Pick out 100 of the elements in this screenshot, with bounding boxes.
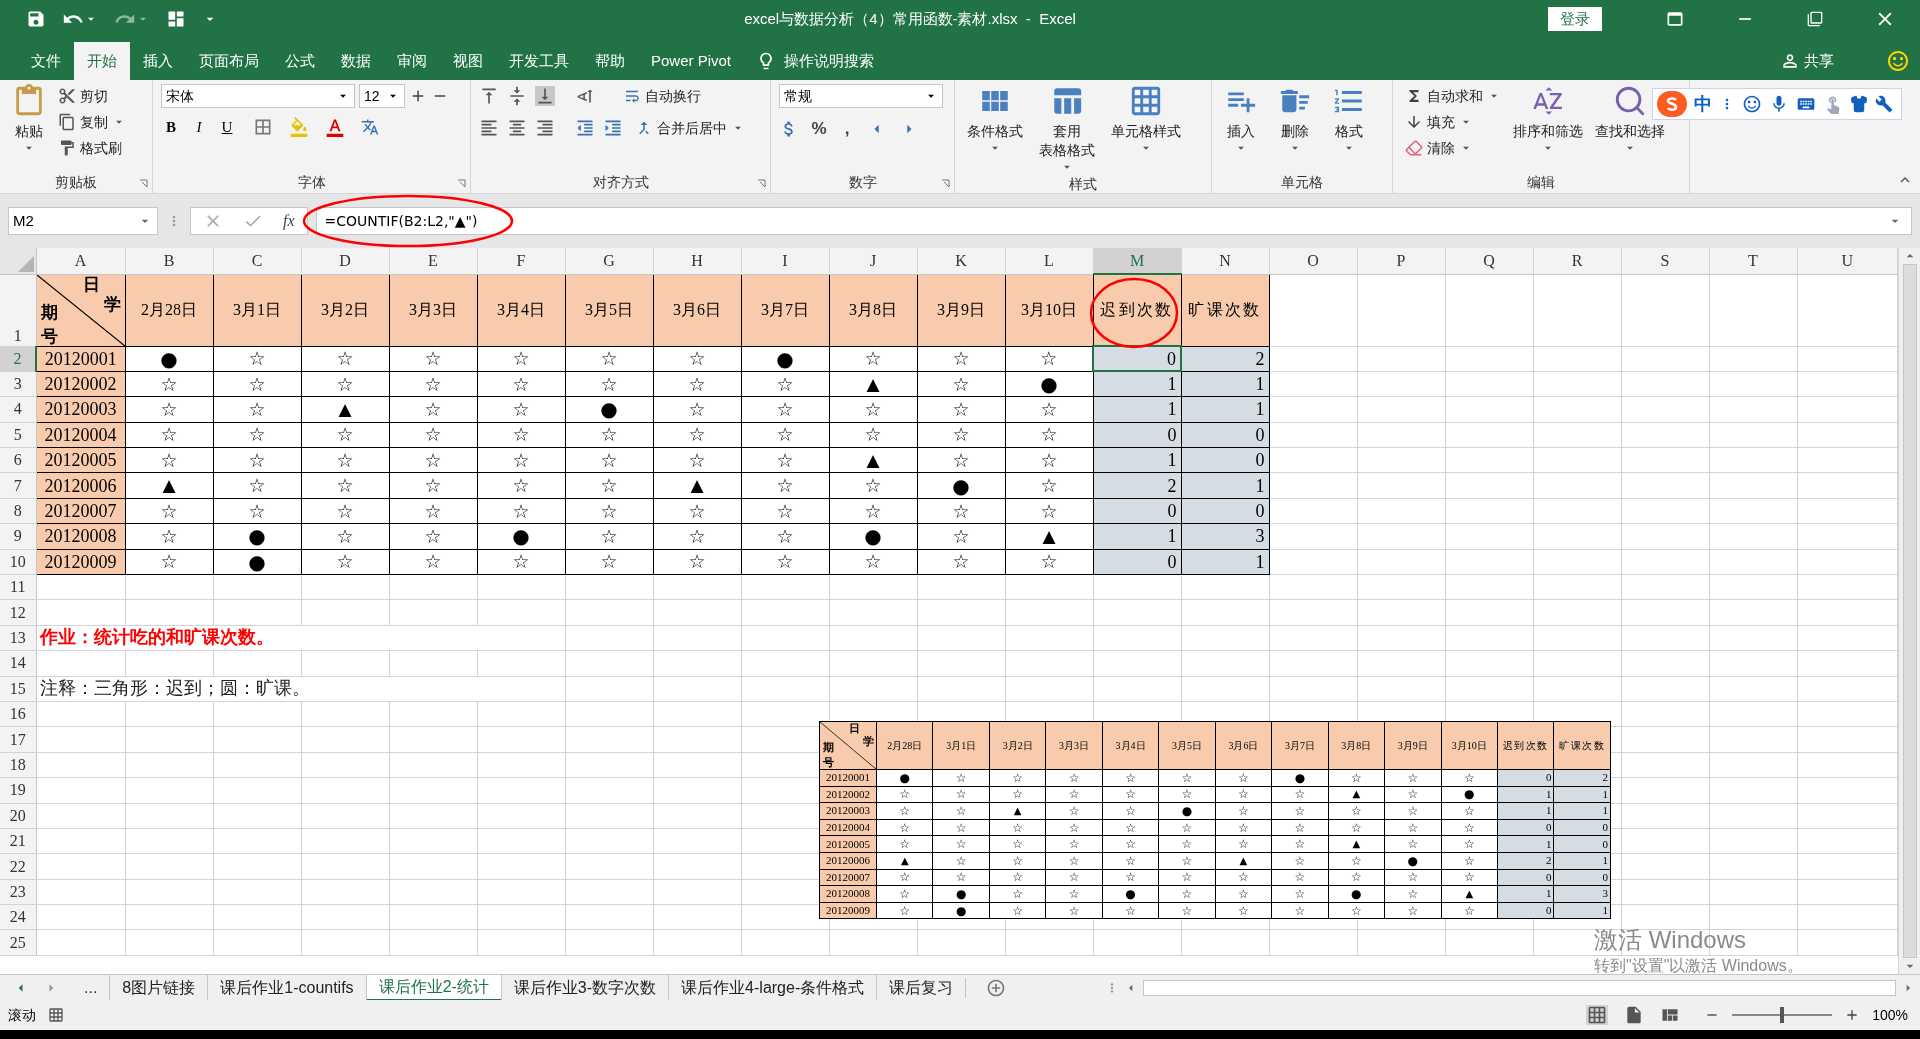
column-header[interactable]: K	[917, 248, 1005, 274]
font-name-field[interactable]: 宋体	[161, 84, 355, 108]
sort-filter-button[interactable]: 排序和筛选	[1509, 84, 1587, 171]
column-header[interactable]: A	[36, 248, 125, 274]
column-header[interactable]: E	[389, 248, 477, 274]
ribbon-tab[interactable]: 视图	[440, 42, 496, 80]
row-header[interactable]: 23	[0, 879, 36, 905]
row-header[interactable]: 7	[0, 472, 36, 499]
row-header[interactable]: 10	[0, 549, 36, 575]
normal-view-icon[interactable]	[1586, 1005, 1609, 1025]
font-style-button[interactable]: B	[161, 116, 181, 138]
column-header[interactable]: S	[1621, 248, 1709, 274]
ribbon-tab[interactable]: Power Pivot	[638, 42, 745, 80]
column-header[interactable]: G	[565, 248, 653, 274]
font-size-field[interactable]: 12	[359, 84, 405, 108]
align-right-icon[interactable]	[535, 118, 555, 138]
column-header[interactable]: T	[1709, 248, 1797, 274]
row-header[interactable]: 5	[0, 422, 36, 448]
ribbon-tab[interactable]: 文件	[18, 42, 74, 80]
decrease-indent-icon[interactable]	[575, 118, 595, 138]
row-header[interactable]: 4	[0, 396, 36, 423]
new-sheet-icon[interactable]	[985, 977, 1006, 998]
row-header[interactable]: 1	[0, 274, 36, 346]
ime-logo-icon[interactable]	[1657, 91, 1687, 117]
row-header[interactable]: 19	[0, 777, 36, 804]
column-header[interactable]: U	[1797, 248, 1898, 274]
phonetic-icon[interactable]	[361, 118, 379, 136]
row-header[interactable]: 22	[0, 853, 36, 880]
row-header[interactable]: 12	[0, 599, 36, 626]
ribbon-tab[interactable]: 公式	[272, 42, 328, 80]
find-select-button[interactable]: 查找和选择	[1591, 84, 1669, 171]
column-header[interactable]: M	[1093, 248, 1181, 274]
number-style-button[interactable]: %	[811, 116, 827, 142]
tell-me-search[interactable]: 操作说明搜索	[744, 42, 887, 80]
ribbon-tab[interactable]: 数据	[328, 42, 384, 80]
row-header[interactable]: 21	[0, 828, 36, 854]
dialog-launcher-icon[interactable]	[941, 179, 950, 188]
row-header[interactable]: 13	[0, 625, 36, 651]
row-header[interactable]: 25	[0, 930, 36, 956]
formula-field[interactable]: =COUNTIF(B2:L2,"▲")	[315, 207, 1912, 235]
merge-center-button[interactable]: 合并后居中	[631, 116, 749, 140]
row-header[interactable]: 17	[0, 726, 36, 753]
dialog-launcher-icon[interactable]	[139, 179, 148, 188]
column-header[interactable]: N	[1181, 248, 1269, 274]
align-bottom-icon[interactable]	[535, 86, 555, 106]
row-header[interactable]: 9	[0, 523, 36, 550]
column-header[interactable]: R	[1533, 248, 1621, 274]
sheet-tab[interactable]: 课后作业2-统计	[365, 974, 501, 1001]
row-header[interactable]: 15	[0, 676, 36, 702]
ribbon-tab[interactable]: 插入	[130, 42, 186, 80]
column-header[interactable]: J	[829, 248, 917, 274]
ribbon-tab[interactable]: 页面布局	[186, 42, 272, 80]
column-header[interactable]: D	[301, 248, 389, 274]
delete-button[interactable]: 删除	[1274, 84, 1316, 171]
increase-indent-icon[interactable]	[603, 118, 623, 138]
row-header[interactable]: 20	[0, 803, 36, 829]
save-icon[interactable]	[26, 9, 46, 29]
skin-icon[interactable]	[1850, 95, 1868, 113]
restore-icon[interactable]	[1807, 11, 1823, 27]
ribbon-tab[interactable]: 开发工具	[496, 42, 582, 80]
insert-button[interactable]: 插入	[1220, 84, 1262, 171]
conditional-format-button[interactable]: 条件格式	[963, 84, 1027, 174]
row-header[interactable]: 14	[0, 650, 36, 677]
share-button[interactable]: 共享	[1768, 42, 1846, 80]
align-center-icon[interactable]	[507, 118, 527, 138]
ime-mode-button[interactable]: 中	[1694, 90, 1712, 118]
align-left-icon[interactable]	[479, 118, 499, 138]
paste-button[interactable]: 粘贴	[8, 84, 50, 171]
row-header[interactable]: 24	[0, 904, 36, 930]
horizontal-scrollbar-thumb[interactable]	[1143, 979, 1896, 996]
format-painter-button[interactable]: 格式刷	[54, 136, 130, 160]
dialog-launcher-icon[interactable]	[457, 179, 466, 188]
wrench-icon[interactable]	[1875, 95, 1893, 113]
column-header[interactable]: O	[1269, 248, 1357, 274]
dialog-launcher-icon[interactable]	[757, 179, 766, 188]
fill-button[interactable]: 填充	[1401, 110, 1505, 134]
insert-function-button[interactable]: fx	[283, 209, 295, 233]
row-header[interactable]: 18	[0, 752, 36, 778]
column-header[interactable]: F	[477, 248, 565, 274]
column-header[interactable]: L	[1005, 248, 1093, 274]
format-button[interactable]: 格式	[1328, 84, 1370, 171]
font-style-button[interactable]: I	[189, 116, 209, 138]
ribbon-display-icon[interactable]	[1665, 9, 1685, 29]
emoji-icon[interactable]	[1742, 94, 1762, 114]
copy-button[interactable]: 复制	[54, 110, 130, 134]
column-header[interactable]: I	[741, 248, 829, 274]
autosum-button[interactable]: 自动求和	[1401, 84, 1505, 108]
borders-icon[interactable]	[253, 117, 273, 137]
zoom-slider-thumb[interactable]	[1780, 1007, 1785, 1023]
row-header[interactable]: 2	[0, 346, 36, 372]
font-style-button[interactable]: U	[217, 116, 237, 138]
login-button[interactable]: 登录	[1548, 7, 1602, 31]
column-header[interactable]: Q	[1445, 248, 1533, 274]
vertical-scrollbar-thumb[interactable]	[1902, 264, 1917, 958]
zoom-level[interactable]: 100%	[1872, 1004, 1908, 1026]
ribbon-tab[interactable]: 审阅	[384, 42, 440, 80]
row-header[interactable]: 16	[0, 701, 36, 727]
column-header[interactable]: C	[213, 248, 301, 274]
row-header[interactable]: 6	[0, 447, 36, 473]
format-table-button[interactable]: 套用 表格格式	[1035, 84, 1099, 174]
